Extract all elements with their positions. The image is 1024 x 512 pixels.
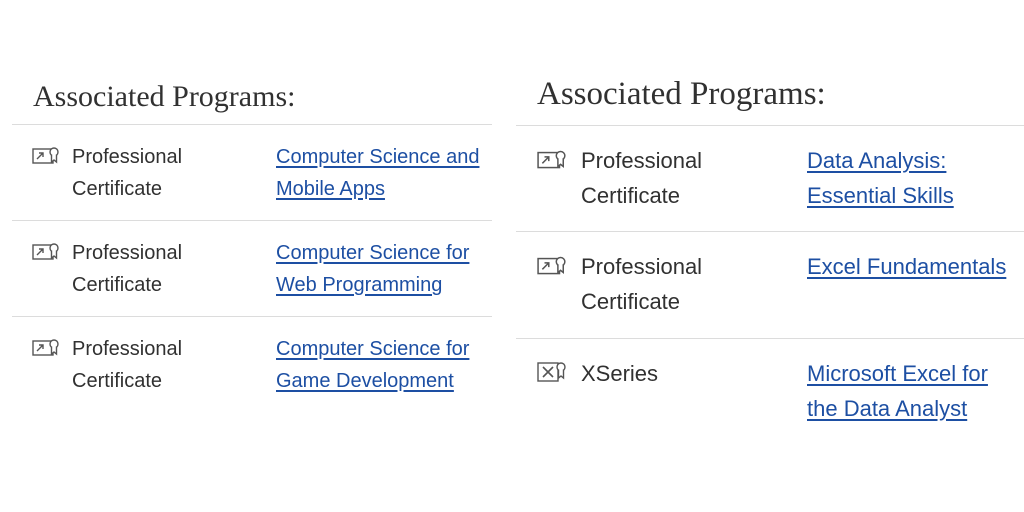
professional-certificate-icon: [32, 243, 59, 260]
program-type: XSeries: [581, 361, 659, 386]
program-link[interactable]: Computer Science for Web Programming: [276, 237, 491, 301]
divider: [516, 231, 1024, 232]
program-link[interactable]: Excel Fundamentals: [807, 249, 1022, 284]
divider: [516, 338, 1024, 339]
program-type: Professional Certificate: [72, 338, 183, 392]
professional-certificate-icon: [537, 150, 566, 169]
professional-certificate-icon: [537, 256, 566, 275]
program-link[interactable]: Computer Science for Game Development: [276, 333, 491, 397]
program-type: Professional Certificate: [72, 242, 183, 296]
program-link[interactable]: Data Analysis: Essential Skills: [807, 143, 1022, 213]
xseries-icon: [537, 362, 566, 382]
divider: [12, 220, 492, 221]
program-type: Professional Certificate: [581, 148, 703, 208]
divider: [12, 124, 492, 125]
program-type: Professional Certificate: [72, 146, 183, 200]
section-heading: Associated Programs:: [537, 76, 826, 112]
professional-certificate-icon: [32, 339, 59, 356]
program-type: Professional Certificate: [581, 254, 703, 314]
divider: [516, 125, 1024, 126]
section-heading: Associated Programs:: [33, 80, 296, 113]
program-link[interactable]: Computer Science and Mobile Apps: [276, 141, 491, 205]
program-link[interactable]: Microsoft Excel for the Data Analyst: [807, 356, 1022, 426]
professional-certificate-icon: [32, 147, 59, 164]
divider: [12, 316, 492, 317]
